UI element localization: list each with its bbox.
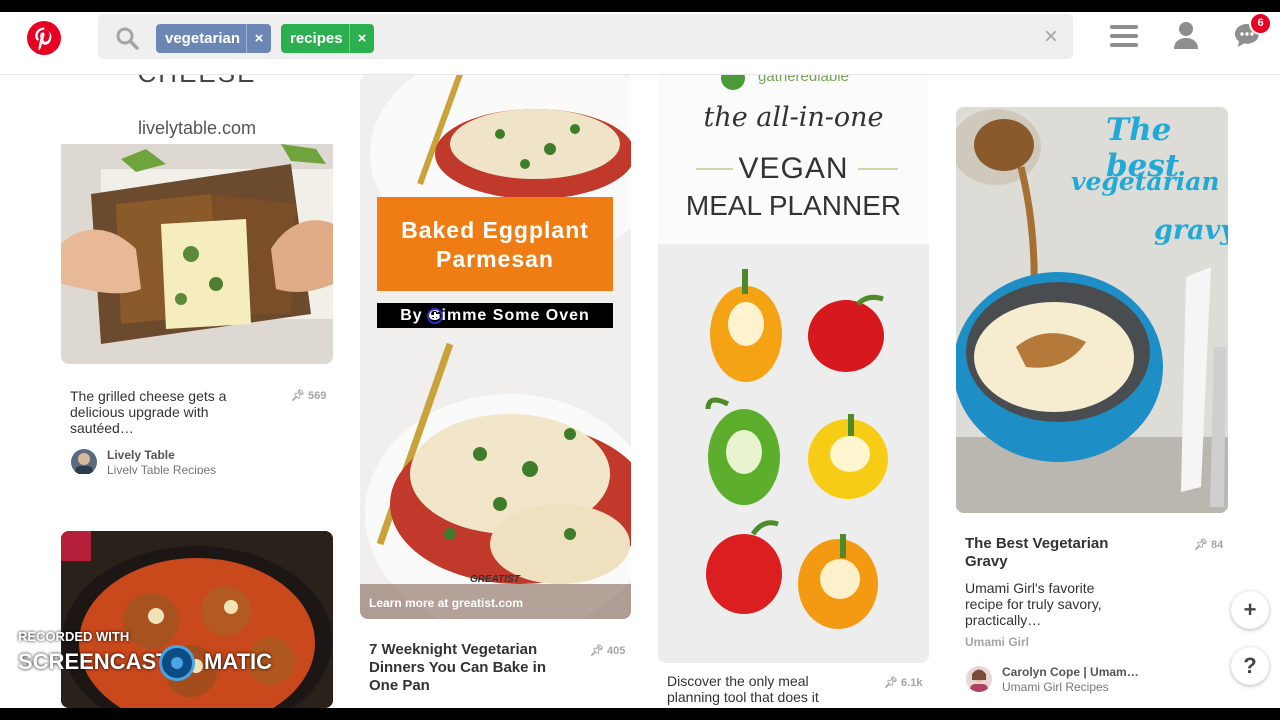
pin-attribution[interactable]: Umami Girl bbox=[965, 635, 1029, 649]
title-banner: Baked Eggplant Parmesan bbox=[377, 197, 613, 291]
avatar[interactable] bbox=[966, 666, 992, 692]
source-board[interactable]: Lively Table Recipes bbox=[107, 463, 216, 474]
search-bar[interactable]: vegetarian × recipes × × bbox=[98, 14, 1073, 59]
image-script-line3: gravy bbox=[1154, 215, 1228, 246]
source-board[interactable]: Umami Girl Recipes bbox=[1002, 680, 1109, 694]
pin-icon: 📌︎ bbox=[590, 645, 604, 657]
help-button[interactable]: ? bbox=[1231, 647, 1269, 685]
avatar-image bbox=[970, 669, 988, 692]
pin-card[interactable] bbox=[61, 531, 333, 708]
chip-label: vegetarian bbox=[165, 30, 241, 47]
search-chip-vegetarian[interactable]: vegetarian × bbox=[156, 24, 271, 53]
top-header: vegetarian × recipes × × 6 bbox=[0, 12, 1280, 75]
pin-card[interactable]: gatherediable the all-in-one VEGAN MEAL … bbox=[658, 74, 929, 708]
image-text-top: CHEESE bbox=[61, 74, 333, 89]
cursor-highlight-icon bbox=[427, 308, 443, 324]
avatar-image bbox=[75, 453, 93, 474]
source-name[interactable]: Carolyn Cope | Umam… bbox=[1002, 665, 1139, 679]
menu-icon[interactable] bbox=[1110, 25, 1138, 52]
save-count: 📌︎ 84 bbox=[1194, 539, 1224, 551]
image-title-line1: VEGAN bbox=[738, 152, 849, 185]
pin-grid: CHEESE livelytable.com The grilled chees… bbox=[0, 74, 1280, 708]
pin-icon: 📌︎ bbox=[291, 390, 305, 402]
notification-badge: 6 bbox=[1249, 12, 1272, 35]
image-script-line2: vegetarian bbox=[1071, 167, 1220, 196]
search-icon bbox=[116, 27, 139, 50]
pin-description: Umami Girl's favorite recipe for truly s… bbox=[965, 580, 1102, 628]
add-pin-button[interactable]: + bbox=[1231, 591, 1269, 629]
pin-title: 7 Weeknight Vegetarian Dinners You Can B… bbox=[369, 641, 546, 694]
pin-icon: 📌︎ bbox=[884, 677, 898, 689]
clear-search-icon[interactable]: × bbox=[1044, 24, 1058, 50]
pin-image[interactable]: CHEESE livelytable.com bbox=[61, 74, 333, 364]
image-byline: By Gimme Some Oven bbox=[377, 303, 613, 328]
watermark-right-text: MATIC bbox=[204, 649, 273, 674]
source-name[interactable]: Lively Table bbox=[107, 448, 175, 462]
watermark-top-text: RECORDED WITH bbox=[18, 629, 130, 644]
user-profile-icon[interactable] bbox=[1173, 21, 1199, 51]
image-brand: gatherediable bbox=[758, 74, 849, 85]
browser-viewport: vegetarian × recipes × × 6 livelytable.c… bbox=[0, 12, 1280, 708]
pin-image[interactable]: gatherediable the all-in-one VEGAN MEAL … bbox=[658, 74, 929, 663]
image-script-text: the all-in-one bbox=[703, 102, 884, 133]
pin-image[interactable] bbox=[61, 531, 333, 708]
image-watermark: GREATIST bbox=[470, 574, 520, 585]
remove-chip-icon[interactable]: × bbox=[349, 24, 374, 53]
pin-image[interactable]: The best vegetarian gravy bbox=[956, 107, 1228, 513]
save-count: 📌︎ 569 bbox=[291, 390, 327, 402]
watermark-left-text: SCREENCAST bbox=[18, 649, 170, 674]
pin-title: The Best Vegetarian Gravy bbox=[965, 535, 1109, 570]
pin-card[interactable]: CHEESE livelytable.com The grilled chees… bbox=[61, 74, 333, 474]
pin-description: Discover the only meal planning tool tha… bbox=[667, 673, 819, 708]
image-title-line2: MEAL PLANNER bbox=[685, 190, 902, 221]
image-title-line1: Baked Eggplant bbox=[401, 217, 589, 243]
pinterest-p-icon bbox=[35, 27, 52, 51]
image-text-site: livelytable.com bbox=[137, 118, 257, 138]
pin-icon: 📌︎ bbox=[1194, 539, 1208, 551]
pin-description: The grilled cheese gets a delicious upgr… bbox=[70, 388, 227, 436]
eggplant-parmesan-image bbox=[360, 74, 631, 619]
image-footer-link[interactable]: Learn more at greatist.com bbox=[369, 596, 523, 610]
meatball-skillet-image bbox=[61, 531, 333, 708]
search-chip-recipes[interactable]: recipes × bbox=[281, 24, 374, 53]
save-count: 📌︎ 6.1k bbox=[884, 677, 923, 689]
pin-card[interactable]: The best vegetarian gravy The Best Veget… bbox=[956, 107, 1228, 708]
pin-image[interactable]: Baked Eggplant Parmesan By Gimme Some Ov… bbox=[360, 74, 631, 619]
remove-chip-icon[interactable]: × bbox=[246, 24, 271, 53]
screencast-logo-icon bbox=[159, 645, 195, 681]
avatar[interactable] bbox=[71, 449, 97, 474]
pin-card[interactable]: Baked Eggplant Parmesan By Gimme Some Ov… bbox=[360, 74, 631, 708]
pinterest-logo[interactable] bbox=[27, 21, 61, 55]
image-title-line2: Parmesan bbox=[436, 246, 554, 272]
save-count: 📌︎ 405 bbox=[590, 645, 626, 657]
chip-label: recipes bbox=[290, 30, 343, 47]
